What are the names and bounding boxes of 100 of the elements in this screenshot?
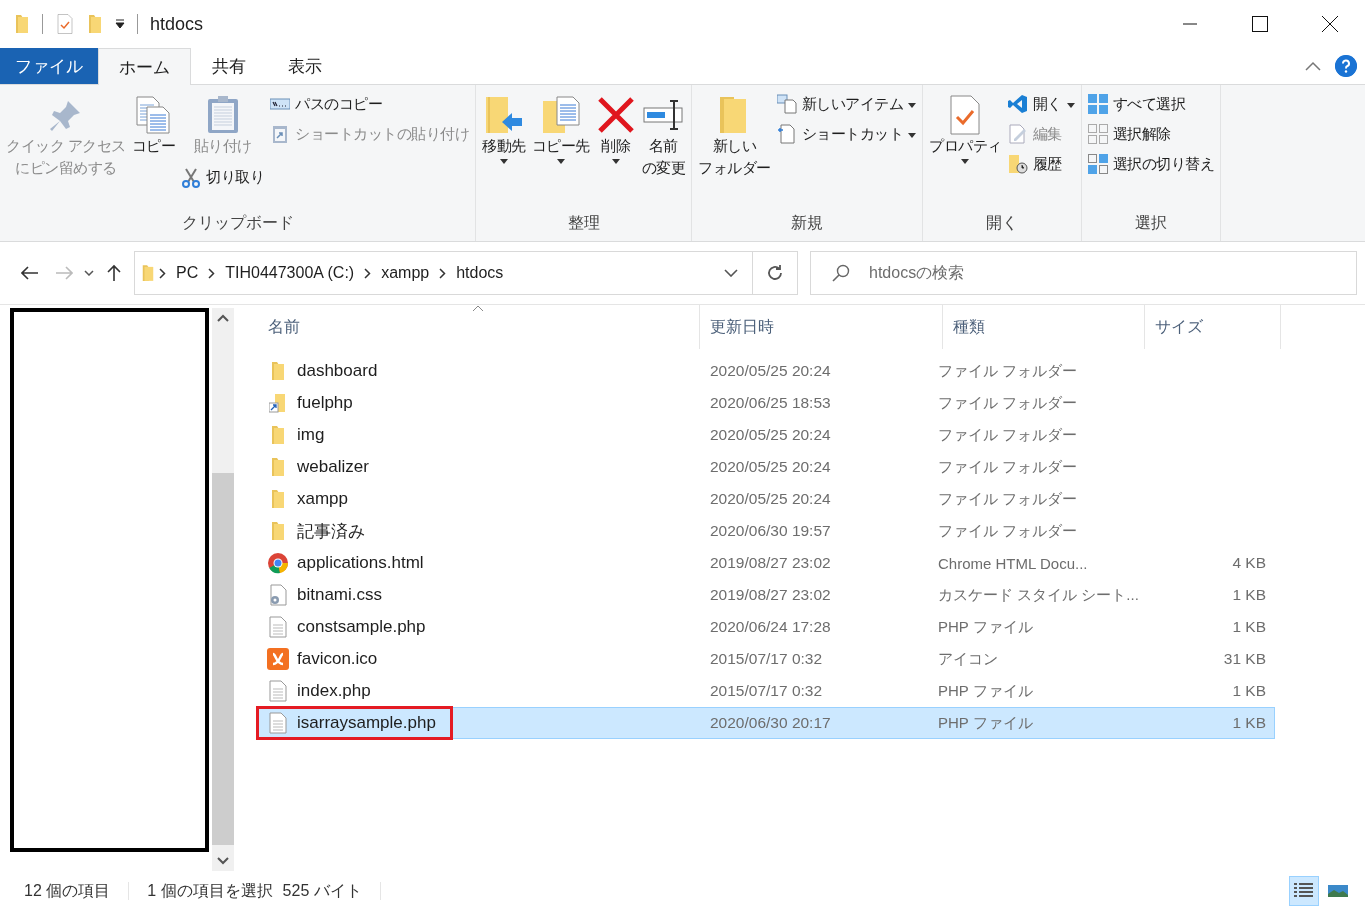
document-check-icon [55,14,75,34]
details-view-button[interactable] [1289,876,1319,906]
chevron-icon [208,267,216,279]
modified-date: 2020/06/25 18:53 [709,394,832,412]
file-row[interactable]: xampp 2020/05/25 20:24 ファイル フォルダー [258,483,1275,515]
shortcut-document-icon [776,124,797,144]
ribbon-tab[interactable]: ホーム [98,48,191,85]
file-type: ファイル フォルダー [937,425,1079,445]
file-row[interactable]: dashboard 2020/05/25 20:24 ファイル フォルダー [258,355,1275,387]
maximize-icon[interactable] [1252,16,1268,32]
back-arrow-icon[interactable] [21,266,39,280]
details-list-icon [1293,882,1315,900]
file-row[interactable]: favicon.ico 2015/07/17 0:32 アイコン 31 KB [258,643,1275,675]
ribbon-button[interactable]: 開く [1005,91,1077,117]
file-row[interactable]: index.php 2015/07/17 0:32 PHP ファイル 1 KB [258,675,1275,707]
ribbon-button[interactable]: 選択の切り替え [1085,151,1217,177]
folder-icon [270,457,286,477]
file-size: 1 KB [1231,714,1267,732]
group-label: 開く [984,213,1019,233]
select-none-icon [1087,124,1108,144]
ribbon-button[interactable]: 新しい フォルダー [696,91,773,183]
collapse-ribbon-icon[interactable] [1305,61,1321,71]
file-row[interactable]: 記事済み 2020/06/30 19:57 ファイル フォルダー [258,515,1275,547]
up-arrow-icon[interactable] [107,264,121,282]
refresh-icon[interactable] [766,264,784,282]
breadcrumb[interactable]: xampp [381,264,430,282]
ribbon-button[interactable]: コピー先 [529,91,592,168]
file-row[interactable]: applications.html 2019/08/27 23:02 Chrome HTML Docu... 4 KB [258,547,1275,579]
breadcrumb[interactable]: PC [176,264,199,282]
breadcrumb[interactable]: htdocs [456,264,504,282]
ribbon-button[interactable]: 新しいアイテム [774,91,919,117]
column-header[interactable]: サイズ [1145,305,1281,349]
ribbon-button[interactable]: すべて選択 [1085,91,1217,117]
file-name: xampp [297,489,349,509]
file-name: index.php [297,681,371,701]
folder-shortcut-icon [269,393,287,413]
document-icon [269,712,287,734]
help-icon[interactable] [1335,55,1357,77]
customize-dropdown-icon[interactable] [115,19,125,29]
ribbon-button[interactable]: 選択解除 [1085,121,1217,147]
file-row[interactable]: isarraysample.php 2020/06/30 20:17 PHP ファイル 1 KB [258,707,1275,739]
modified-date: 2020/06/24 17:28 [709,618,832,636]
folder-arrow-icon [483,95,524,135]
settings-document-icon [268,584,288,606]
landscape-picture-icon [1327,882,1349,900]
file-row[interactable]: webalizer 2020/05/25 20:24 ファイル フォルダー [258,451,1275,483]
modified-date: 2020/05/25 20:24 [709,458,832,476]
ribbon-tab[interactable]: 共有 [191,48,267,84]
file-size: 1 KB [1231,682,1267,700]
address-bar[interactable]: PC TIH0447300A (C:) xampp htdocs [134,251,798,295]
modified-date: 2015/07/17 0:32 [709,650,824,668]
modified-date: 2020/05/25 20:24 [709,426,832,444]
modified-date: 2020/06/30 20:17 [709,714,832,732]
file-size: 4 KB [1231,554,1267,572]
file-name: fuelphp [297,393,353,413]
file-size: 1 KB [1231,586,1267,604]
file-type: ファイル フォルダー [937,393,1079,413]
ribbon-button[interactable]: 削除 [593,91,638,168]
breadcrumb[interactable]: TIH0447300A (C:) [225,264,355,282]
search-icon [832,264,850,282]
ribbon-button[interactable]: 履歴 [1005,151,1077,177]
file-name: webalizer [297,457,369,477]
ribbon-tab[interactable]: 表示 [267,48,343,84]
chevron-icon [364,267,372,279]
select-all-icon [1087,94,1108,114]
ribbon-button[interactable]: パスのコピー [268,91,472,117]
file-menu-tab[interactable]: ファイル [0,48,98,84]
file-size: 31 KB [1222,650,1267,668]
ribbon-button[interactable]: プロパティ [927,91,1004,168]
search-field[interactable]: htdocsの検索 [810,251,1357,295]
ribbon-button[interactable]: 移動先 [480,91,528,168]
ribbon-button[interactable]: 切り取り [179,164,267,191]
scroll-thumb[interactable] [212,473,234,845]
file-row[interactable]: img 2020/05/25 20:24 ファイル フォルダー [258,419,1275,451]
recent-locations-caret-icon[interactable] [84,270,94,276]
file-name: dashboard [297,361,378,381]
ribbon-button[interactable]: 名前 の変更 [639,91,688,183]
file-size: 1 KB [1231,618,1267,636]
scrollbar[interactable] [212,308,234,871]
modified-date: 2019/08/27 23:02 [709,554,832,572]
ribbon-button[interactable]: コピー [129,91,178,161]
sort-caret-icon [472,305,484,312]
folder-icon [14,14,30,34]
file-type: ファイル フォルダー [937,489,1079,509]
dropdown-caret-icon[interactable] [724,269,738,277]
close-icon[interactable] [1322,16,1338,32]
group-label: クリップボード [180,213,295,233]
file-name: bitnami.css [297,585,383,605]
column-header[interactable]: 名前 [258,305,700,349]
file-row[interactable]: constsample.php 2020/06/24 17:28 PHP ファイル 1 KB [258,611,1275,643]
file-row[interactable]: fuelphp 2020/06/25 18:53 ファイル フォルダー [258,387,1275,419]
file-name: applications.html [297,553,424,573]
invert-selection-icon [1087,154,1108,174]
file-row[interactable]: bitnami.css 2019/08/27 23:02 カスケード スタイル シート... 1 KB [258,579,1275,611]
document-icon [269,616,287,638]
modified-date: 2020/05/25 20:24 [709,490,832,508]
column-header[interactable]: 更新日時 [700,305,943,349]
modified-date: 2019/08/27 23:02 [709,586,832,604]
ribbon-button[interactable]: ショートカット [774,121,919,147]
column-header[interactable]: 種類 [943,305,1145,349]
